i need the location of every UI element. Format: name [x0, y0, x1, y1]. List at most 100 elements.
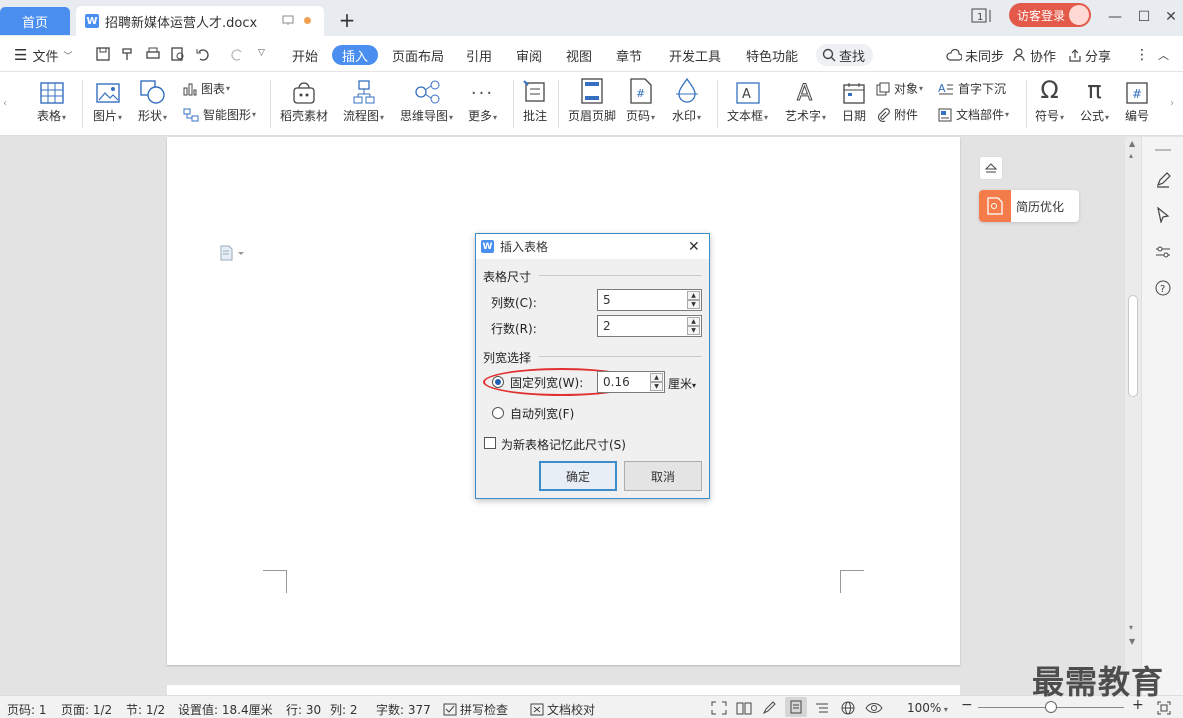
material-button[interactable]: 稻壳素材	[280, 76, 328, 124]
save-icon[interactable]	[95, 46, 111, 62]
sync-status[interactable]: 未同步	[946, 45, 1004, 65]
comment-button[interactable]: 批注	[523, 76, 547, 124]
tab-start[interactable]: 开始	[292, 45, 318, 65]
rows-spinner[interactable]: 2 ▲ ▼	[597, 315, 702, 337]
remember-size-label[interactable]: 为新表格记忆此尺寸(S)	[501, 436, 626, 453]
mindmap-button[interactable]: 思维导图▾	[400, 76, 453, 124]
help-icon[interactable]: ?	[1155, 280, 1171, 296]
web-view-icon[interactable]	[840, 701, 856, 715]
columns-spinner[interactable]: 5 ▲ ▼	[597, 289, 702, 311]
quick-access-dropdown-icon[interactable]: ▽	[258, 48, 265, 58]
outline-view-icon[interactable]	[814, 701, 830, 715]
page-view-icon[interactable]	[785, 697, 807, 717]
spin-down-icon[interactable]: ▼	[687, 300, 700, 309]
scrollbar-thumb[interactable]	[1128, 295, 1138, 397]
symbol-button[interactable]: Ω 符号▾	[1035, 76, 1064, 124]
fixed-width-label[interactable]: 固定列宽(W):	[510, 374, 583, 391]
zoom-out-icon[interactable]: −	[961, 697, 973, 713]
fullscreen-icon[interactable]	[711, 701, 727, 715]
scroll-left-icon[interactable]: ‹	[3, 98, 7, 109]
format-painter-icon[interactable]	[120, 46, 136, 62]
tab-special-features[interactable]: 特色功能	[746, 45, 798, 65]
dropcap-button[interactable]: A 首字下沉	[938, 80, 1006, 97]
print-icon[interactable]	[145, 46, 161, 62]
collaborate-button[interactable]: 协作	[1013, 45, 1056, 65]
edit-mode-icon[interactable]	[762, 701, 778, 715]
tab-home[interactable]: 首页	[0, 7, 70, 35]
spin-up-icon[interactable]: ▲	[687, 317, 700, 326]
maximize-icon[interactable]: ☐	[1133, 6, 1155, 28]
more-button[interactable]: ··· 更多▾	[468, 76, 497, 124]
dialog-titlebar[interactable]: W 插入表格 ✕	[476, 234, 709, 259]
redo-icon[interactable]	[229, 46, 245, 62]
tab-insert[interactable]: 插入	[332, 45, 379, 65]
date-button[interactable]: 日期	[842, 76, 866, 124]
more-options-icon[interactable]: ⋮	[1135, 45, 1149, 65]
remember-size-checkbox[interactable]	[484, 437, 496, 449]
minimize-icon[interactable]: —	[1104, 6, 1126, 28]
spellcheck-button[interactable]: 拼写检查	[443, 701, 508, 718]
scroll-up-icon[interactable]: ▲	[1129, 139, 1135, 148]
undo-icon[interactable]	[195, 46, 211, 62]
spin-down-icon[interactable]: ▼	[687, 326, 700, 335]
cancel-button[interactable]: 取消	[624, 461, 702, 491]
fixed-width-radio[interactable]	[492, 376, 504, 388]
spin-up-icon[interactable]: ▲	[687, 291, 700, 300]
paragraph-options-icon[interactable]	[220, 245, 246, 261]
close-icon[interactable]: ✕	[688, 239, 700, 255]
watermark-button[interactable]: 水印▾	[672, 76, 701, 124]
collapse-panel-button[interactable]	[979, 156, 1003, 180]
vertical-scrollbar[interactable]: ▲ ▴ ▾ ▼	[1125, 137, 1141, 695]
tab-chapter[interactable]: 章节	[616, 45, 642, 65]
read-mode-icon[interactable]	[736, 701, 752, 715]
spin-down-icon[interactable]: ▼	[650, 382, 663, 391]
fixed-width-spinner[interactable]: 0.16 ▲ ▼	[597, 371, 665, 393]
tab-document[interactable]: W 招聘新媒体运营人才.docx	[76, 6, 324, 36]
share-button[interactable]: 分享	[1068, 45, 1111, 65]
close-window-icon[interactable]: ✕	[1160, 6, 1182, 28]
window-layout-icon[interactable]: 1	[971, 8, 993, 24]
table-button[interactable]: 表格▾	[37, 76, 66, 124]
numbering-button[interactable]: # 编号	[1125, 76, 1149, 124]
scroll-down-icon[interactable]: ▼	[1129, 637, 1135, 646]
tab-developer[interactable]: 开发工具	[669, 45, 721, 65]
collapse-ribbon-icon[interactable]: ︿	[1158, 45, 1169, 65]
new-tab-button[interactable]: +	[334, 7, 360, 33]
chart-button[interactable]: 图表 ▾	[183, 80, 230, 97]
settings-sliders-icon[interactable]	[1155, 244, 1171, 260]
fit-window-icon[interactable]	[1157, 701, 1171, 715]
resume-optimize-button[interactable]: 简历优化	[979, 190, 1079, 222]
pen-icon[interactable]	[1155, 172, 1171, 188]
auto-width-radio[interactable]	[492, 407, 504, 419]
tab-page-layout[interactable]: 页面布局	[392, 45, 444, 65]
picture-button[interactable]: 图片▾	[93, 76, 122, 124]
header-footer-button[interactable]: 页眉页脚	[568, 76, 616, 124]
doc-parts-button[interactable]: 文档部件 ▾	[938, 106, 1009, 123]
file-menu[interactable]: ☰ 文件 ﹀	[14, 45, 72, 65]
zoom-dropdown[interactable]: 100% ▾	[907, 701, 948, 715]
visitor-login-button[interactable]: 访客登录	[1009, 3, 1091, 27]
scroll-right-icon[interactable]: ›	[1170, 98, 1174, 109]
proofread-button[interactable]: 文档校对	[530, 701, 595, 718]
monitor-icon[interactable]	[282, 15, 294, 26]
tab-references[interactable]: 引用	[466, 45, 492, 65]
flowchart-button[interactable]: 流程图▾	[343, 76, 384, 124]
unit-dropdown[interactable]: 厘米▾	[668, 375, 696, 392]
tab-view[interactable]: 视图	[566, 45, 592, 65]
scroll-up-icon[interactable]: ▴	[1129, 151, 1133, 160]
object-button[interactable]: 对象 ▾	[876, 80, 923, 97]
auto-width-label[interactable]: 自动列宽(F)	[510, 405, 574, 422]
document-page-2[interactable]	[167, 685, 960, 695]
tab-review[interactable]: 审阅	[516, 45, 542, 65]
print-preview-icon[interactable]	[170, 46, 186, 62]
attachment-button[interactable]: 附件	[876, 106, 918, 123]
scroll-down-icon[interactable]: ▾	[1129, 623, 1133, 632]
wordart-button[interactable]: A 艺术字▾	[785, 76, 826, 124]
textbox-button[interactable]: A 文本框▾	[727, 76, 768, 124]
shape-button[interactable]: 形状▾	[138, 76, 167, 124]
page-number-button[interactable]: # 页码▾	[626, 76, 655, 124]
formula-button[interactable]: π 公式▾	[1080, 76, 1109, 124]
ok-button[interactable]: 确定	[539, 461, 617, 491]
spin-up-icon[interactable]: ▲	[650, 373, 663, 382]
smart-graphic-button[interactable]: 智能图形 ▾	[183, 106, 256, 123]
